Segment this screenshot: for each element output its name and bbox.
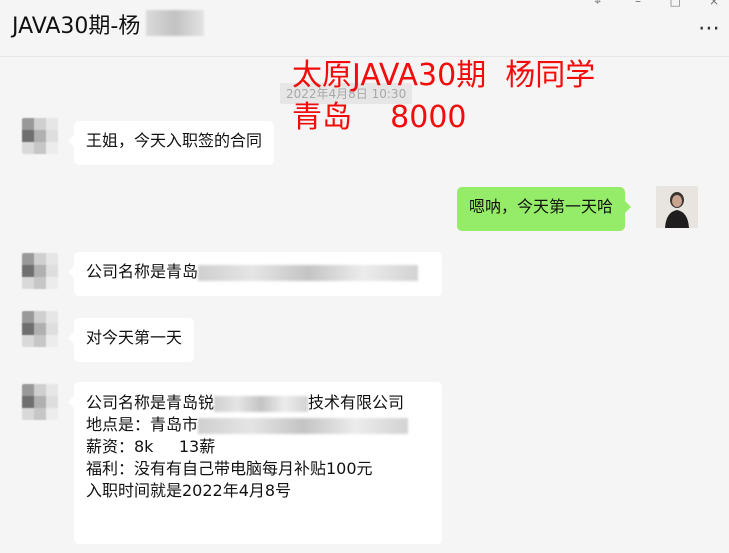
title-redaction	[146, 10, 204, 36]
message-text: 王姐，今天入职签的合同	[86, 131, 263, 150]
message-line: 公司名称是青岛锐	[86, 393, 215, 412]
message-line: 福利：没有有自己带电脑每月补贴100元	[86, 459, 373, 478]
message-text: 对今天第一天	[86, 328, 183, 347]
message-bubble-received[interactable]: 公司名称是青岛	[68, 252, 442, 296]
message-line: 薪资：8k 13薪	[86, 437, 216, 456]
chat-header: JAVA30期-杨 ⌖ – □ × ⋯	[0, 0, 729, 57]
close-icon[interactable]: ×	[709, 0, 719, 8]
overlay-caption-line2: 青岛 8000	[292, 100, 467, 135]
pin-icon[interactable]: ⌖	[594, 0, 601, 9]
message-bubble-received[interactable]: 公司名称是青岛锐 技术有限公司 地点是：青岛市 薪资：8k 13薪 福利：没有有自…	[68, 382, 442, 544]
person-silhouette-icon	[656, 186, 698, 228]
maximize-icon[interactable]: □	[670, 0, 681, 8]
minimize-icon[interactable]: –	[635, 0, 641, 8]
self-avatar[interactable]	[656, 186, 698, 228]
contact-avatar[interactable]	[22, 384, 58, 420]
overlay-caption-line1: 太原JAVA30期 杨同学	[292, 58, 596, 93]
redaction-blur	[198, 417, 409, 434]
chat-title[interactable]: JAVA30期-杨	[12, 8, 140, 40]
message-line: 地点是：青岛市	[86, 415, 199, 434]
message-line: 入职时间就是2022年4月8号	[86, 481, 292, 500]
redaction-blur	[198, 264, 419, 281]
message-bubble-received[interactable]: 对今天第一天	[67, 318, 195, 362]
message-text: 嗯呐，今天第一天哈	[469, 197, 614, 216]
ellipsis-icon[interactable]: ⋯	[698, 16, 721, 41]
contact-avatar[interactable]	[22, 118, 58, 154]
contact-avatar[interactable]	[22, 311, 58, 347]
message-line: 技术有限公司	[308, 393, 405, 412]
message-bubble-received[interactable]: 王姐，今天入职签的合同	[67, 121, 275, 165]
redaction-blur	[214, 395, 309, 412]
message-bubble-sent[interactable]: 嗯呐，今天第一天哈	[457, 187, 632, 231]
contact-avatar[interactable]	[22, 253, 58, 289]
message-text: 公司名称是青岛	[86, 262, 199, 281]
